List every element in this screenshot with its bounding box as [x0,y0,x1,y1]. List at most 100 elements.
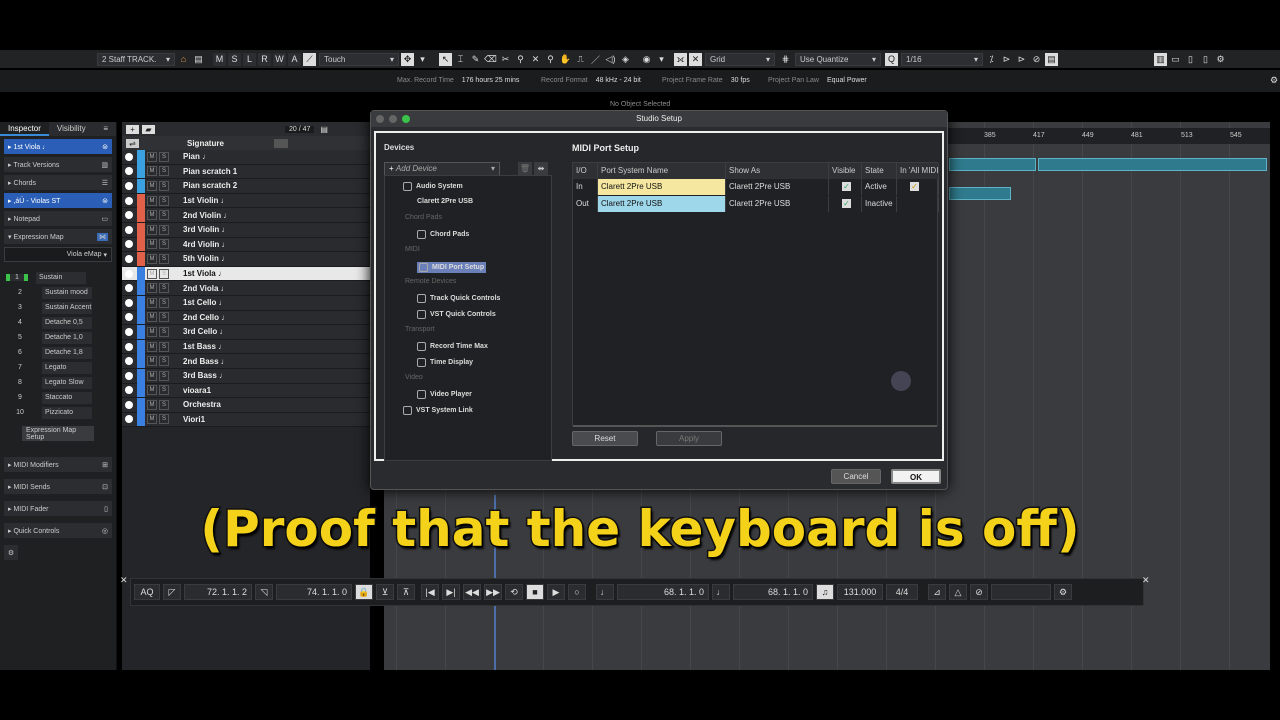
reset-device-icon[interactable]: ⇹ [534,162,548,176]
lock-icon[interactable]: 🔒 [355,584,373,600]
monitor-icon[interactable] [125,284,133,293]
quantize-panel-icon[interactable]: ▤ [1045,52,1058,66]
device-item[interactable]: VST Quick Controls [417,310,496,319]
play-tool-icon[interactable]: ◁) [604,53,617,66]
track-row[interactable]: M S Pian ♩ [122,149,370,165]
precount-icon[interactable]: △ [949,584,967,600]
monitor-icon[interactable] [125,342,133,351]
aq-button[interactable]: AQ [134,584,160,600]
quantize-icon[interactable]: Q [885,52,898,66]
solo-button[interactable]: S [159,356,169,367]
solo-button[interactable]: S [159,414,169,425]
solo-button[interactable]: S [159,210,169,221]
track-row[interactable]: M S 2nd Viola ♩ [122,281,370,296]
gear-icon[interactable]: ⚙ [1270,75,1278,86]
snap-grid-icon[interactable]: ✕ [689,52,702,66]
mute-button[interactable]: M [147,224,157,235]
right-locator-icon[interactable]: ◹ [255,584,273,600]
track-row[interactable]: M S 1st Bass ♩ [122,339,370,355]
articulation-row[interactable]: 9 Staccato [0,390,116,405]
device-item[interactable]: Track Quick Controls [417,294,500,303]
monitor-icon[interactable] [125,313,133,322]
mute-button[interactable]: M [147,210,157,221]
solo-button[interactable]: S [159,239,169,250]
pointer-tool-icon[interactable]: ↖ [439,52,452,66]
go-end-icon[interactable]: ▶| [442,584,460,600]
line-tool-icon[interactable]: ／ [589,53,602,66]
split-tool-icon[interactable]: ✂ [499,53,512,66]
track-row[interactable]: M S 3rd Cello ♩ [122,324,370,340]
solo-button[interactable]: S [159,312,169,323]
mute-button[interactable]: M [147,326,157,337]
track-row[interactable]: M S Pian scratch 2 [122,178,370,194]
section-midi-sends[interactable]: ▸ MIDI Sends ⊡ [4,479,112,494]
monitor-icon[interactable] [125,152,133,161]
track-row[interactable]: M S 5th Violin ♩ [122,251,370,267]
table-row[interactable]: In Clarett 2Pre USB Clarett 2Pre USB ✓ Activ… [573,179,939,195]
monitor-icon[interactable] [125,196,133,205]
mode-button-r[interactable]: R [258,52,271,66]
track-row[interactable]: M S 1st Cello ♩ [122,295,370,311]
apply-button[interactable]: Apply [656,431,722,446]
table-scrollbar[interactable] [573,425,937,427]
monitor-icon[interactable] [125,400,133,409]
punch-in-icon[interactable]: ⊻ [376,584,394,600]
monitor-icon[interactable] [125,327,133,336]
draw-tool-icon[interactable]: ✎ [469,53,482,66]
table-cell[interactable]: ✓ [829,196,862,212]
section-expression-map[interactable]: ▾ Expression Map ⋈ [4,229,112,244]
layout-settings-icon[interactable]: ⚙ [1214,53,1227,66]
inspector-track-name[interactable]: ▸ 1st Viola ♩ ⊜ [4,139,112,154]
device-item[interactable]: Record Time Max [417,342,488,351]
mode-button-s[interactable]: S [228,52,241,66]
table-row[interactable]: Out Clarett 2Pre USB Clarett 2Pre USB ✓ Inac… [573,196,939,212]
track-row[interactable]: M S Pian scratch 1 [122,164,370,180]
mute-button[interactable]: M [147,195,157,206]
gear-icon[interactable]: ⚙ [1054,584,1072,600]
note-icon[interactable]: ♩ [712,584,730,600]
table-cell[interactable]: ✓ [897,179,939,195]
layout-bottom-icon[interactable]: ▭ [1169,53,1182,66]
ok-button[interactable]: OK [891,469,941,484]
list-icon[interactable]: ▤ [320,125,328,134]
mute-button[interactable]: M [147,283,157,294]
device-item[interactable]: Time Display [417,358,473,367]
solo-button[interactable]: S [159,399,169,410]
monitor-icon[interactable] [125,211,133,220]
automation-mode-dropdown[interactable]: Touch ▾ [319,52,399,66]
mute-button[interactable]: M [147,151,157,162]
range-tool-icon[interactable]: ⌶ [454,53,467,66]
window-icon[interactable]: ▤ [192,53,205,66]
layout-panel-icon[interactable]: ▯ [1199,53,1212,66]
home-icon[interactable]: ⌂ [177,53,190,66]
track-row[interactable]: M S Orchestra [122,397,370,413]
signature-display[interactable]: 4/4 [886,584,918,600]
column-dropdown[interactable] [273,138,288,148]
chevron-down-icon[interactable]: ▾ [655,53,668,66]
monitor-icon[interactable] [125,254,133,263]
quantize-settings-icon[interactable]: ⊳ [1000,53,1013,66]
mute-button[interactable]: M [147,385,157,396]
hand-tool-icon[interactable]: ✋ [559,53,572,66]
solo-button[interactable]: S [159,253,169,264]
monitor-icon[interactable] [125,225,133,234]
erase-tool-icon[interactable]: ⌫ [484,53,497,66]
table-cell[interactable]: ✓ [829,179,862,195]
monitor-icon[interactable] [125,269,133,278]
section-midi-modifiers[interactable]: ▸ MIDI Modifiers ⊞ [4,457,112,472]
checkbox[interactable]: ✓ [910,182,919,191]
stop-icon[interactable]: ■ [526,584,544,600]
device-item[interactable]: Video Player [417,390,472,399]
track-row[interactable]: M S 2nd Cello ♩ [122,310,370,326]
track-row[interactable]: M S 1st Viola ♩ [122,266,370,282]
metronome-icon[interactable]: ⊿ [928,584,946,600]
tempo-display[interactable]: 131.000 [837,584,883,600]
comp-tool-icon[interactable]: ⎍ [574,53,587,66]
section-violas-st[interactable]: ▸ ,áÜ - Violas ST ⊜ [4,193,112,208]
mute-button[interactable]: M [147,268,157,279]
record-icon[interactable]: ○ [568,584,586,600]
solo-button[interactable]: S [159,195,169,206]
mode-button-w[interactable]: W [273,52,286,66]
monitor-icon[interactable] [125,298,133,307]
column-settings-icon[interactable]: ⇌ [126,138,139,148]
